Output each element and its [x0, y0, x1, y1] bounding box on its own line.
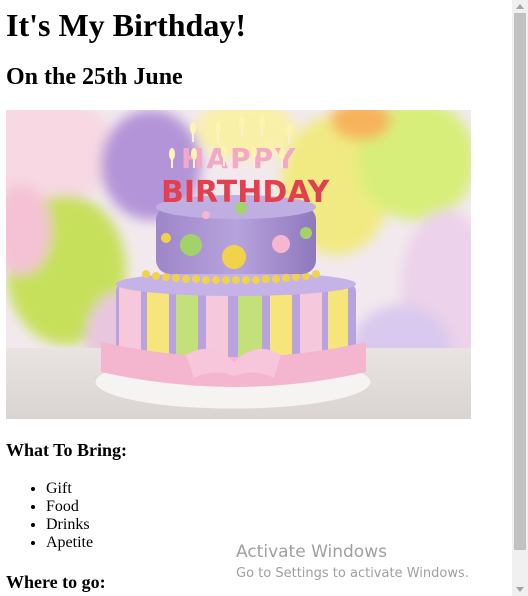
birthday-cake-image: HAPPY BIRTHDAY: [6, 110, 471, 419]
page-title: It's My Birthday!: [6, 7, 246, 43]
vertical-scrollbar[interactable]: [512, 0, 528, 596]
bring-list: Gift Food Drinks Apetite: [0, 480, 93, 552]
list-item-apetite: Apetite: [46, 534, 93, 552]
cake-candle-birthday-label: BIRTHDAY: [161, 175, 331, 210]
where-to-go-heading: Where to go:: [6, 572, 106, 592]
page-subtitle: On the 25th June: [6, 64, 183, 90]
scroll-down-arrow-icon[interactable]: [516, 587, 524, 592]
activate-windows-watermark: Activate Windows Go to Settings to activ…: [236, 540, 469, 583]
scrollbar-thumb[interactable]: [514, 13, 526, 550]
watermark-subtitle: Go to Settings to activate Windows.: [236, 566, 469, 581]
watermark-title: Activate Windows: [236, 542, 387, 562]
what-to-bring-heading: What To Bring:: [6, 440, 128, 460]
list-item-drinks: Drinks: [46, 516, 93, 534]
scroll-up-arrow-icon[interactable]: [516, 4, 524, 9]
list-item-gift: Gift: [46, 480, 93, 498]
cake-candle-happy-label: HAPPY: [181, 142, 297, 175]
page-content: It's My Birthday! On the 25th June HAPPY…: [0, 0, 512, 596]
list-item-food: Food: [46, 498, 93, 516]
